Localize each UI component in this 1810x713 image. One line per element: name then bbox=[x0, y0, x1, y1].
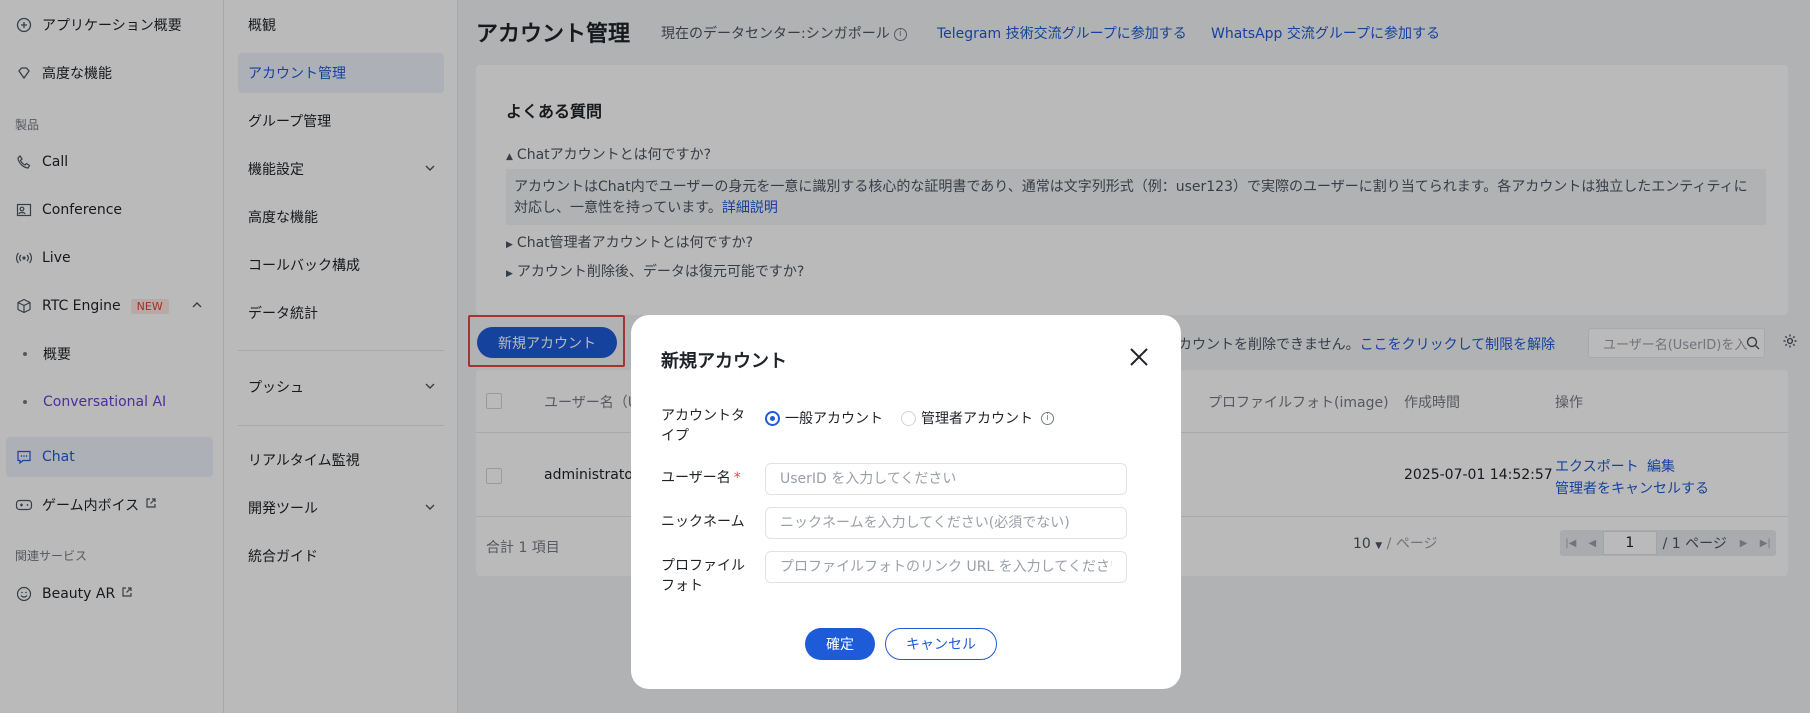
radio-checked-icon bbox=[765, 410, 780, 426]
label-username: ユーザー名 * bbox=[661, 468, 753, 488]
nickname-input[interactable] bbox=[765, 507, 1127, 539]
confirm-button[interactable]: 確定 bbox=[805, 628, 875, 660]
close-icon[interactable] bbox=[1125, 343, 1153, 371]
new-account-dialog: 新規アカウント アカウントタイプ 一般アカウント 管理者アカウント i ユーザー… bbox=[631, 315, 1181, 689]
label-account-type: アカウントタイプ bbox=[661, 408, 745, 444]
cancel-button[interactable]: キャンセル bbox=[885, 628, 997, 660]
username-input[interactable] bbox=[765, 463, 1127, 495]
required-marker: * bbox=[733, 470, 741, 486]
label-nickname: ニックネーム bbox=[661, 514, 745, 530]
label-profile-photo: プロファイルフォト bbox=[661, 558, 745, 594]
info-icon[interactable]: i bbox=[1041, 411, 1054, 425]
profile-photo-input[interactable] bbox=[765, 551, 1127, 583]
radio-general-account[interactable]: 一般アカウント bbox=[765, 408, 883, 428]
dialog-title: 新規アカウント bbox=[661, 351, 787, 372]
radio-label: 管理者アカウント bbox=[921, 411, 1033, 427]
radio-unchecked-icon bbox=[901, 410, 916, 426]
radio-label: 一般アカウント bbox=[785, 411, 883, 427]
label-text: ユーザー名 bbox=[661, 470, 731, 486]
radio-admin-account[interactable]: 管理者アカウント i bbox=[901, 408, 1054, 428]
